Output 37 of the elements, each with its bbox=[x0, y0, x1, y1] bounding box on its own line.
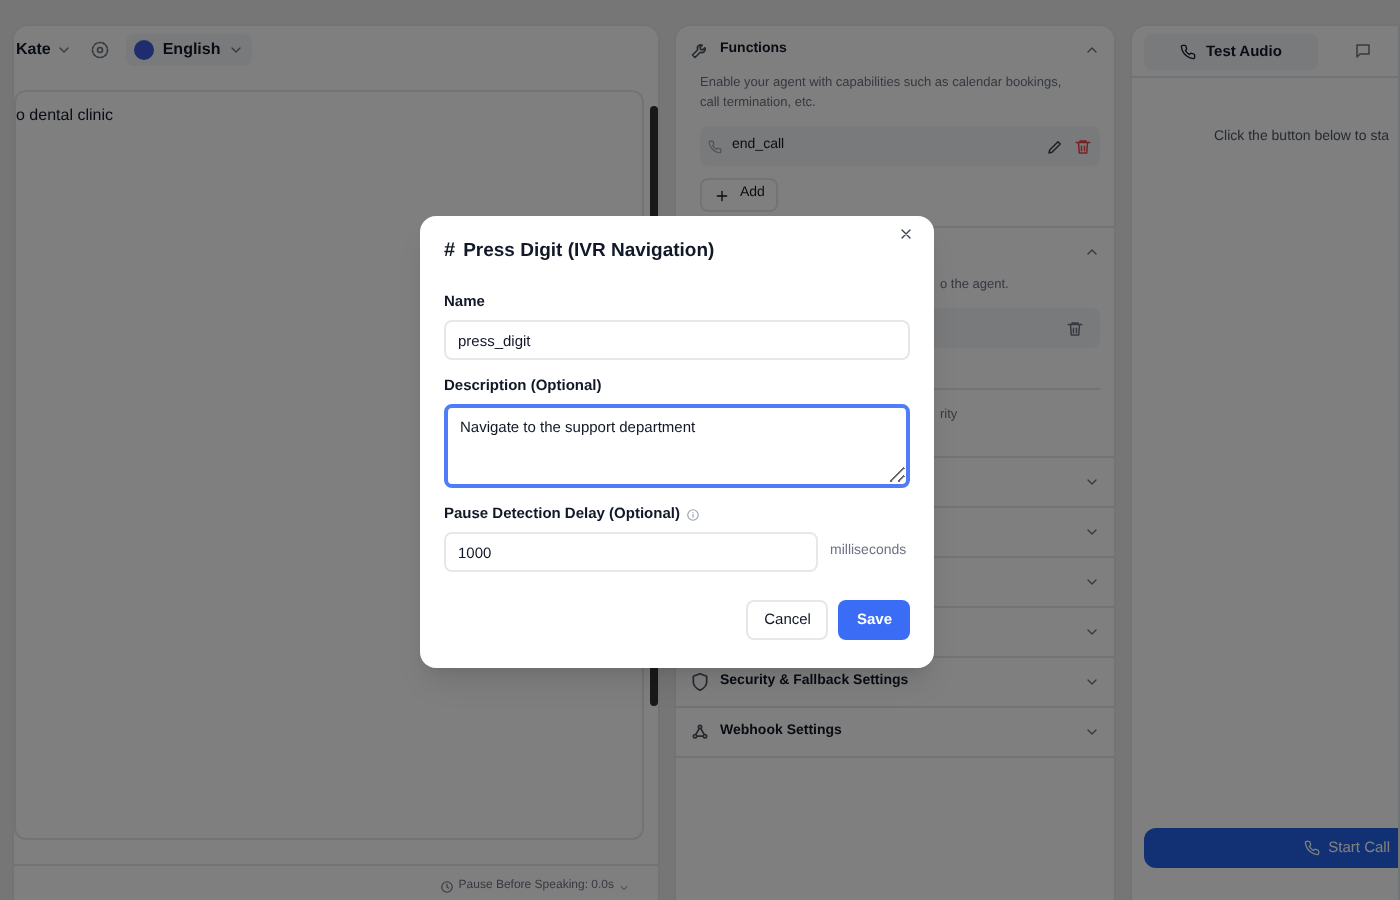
hash-icon: # bbox=[444, 238, 456, 266]
chevron-down-icon bbox=[1084, 624, 1100, 640]
shield-icon bbox=[690, 672, 710, 692]
language-selector[interactable]: English bbox=[126, 34, 253, 66]
phone-icon bbox=[1304, 840, 1321, 856]
phone-icon bbox=[1180, 43, 1196, 59]
settings-icon bbox=[90, 40, 111, 60]
expand-toggle[interactable] bbox=[1084, 724, 1100, 740]
expand-toggle[interactable] bbox=[1084, 474, 1100, 490]
voice-selector[interactable]: Kate bbox=[14, 38, 75, 62]
chevron-up-icon bbox=[1084, 244, 1100, 260]
expand-toggle[interactable] bbox=[1084, 674, 1100, 690]
chevron-down-icon bbox=[1084, 574, 1100, 590]
trash-icon bbox=[1074, 137, 1092, 155]
chevron-up-icon bbox=[1084, 42, 1100, 58]
pencil-icon bbox=[1046, 137, 1064, 155]
chevron-down-icon bbox=[1084, 474, 1100, 490]
webhook-icon bbox=[690, 722, 710, 742]
chevron-down-icon bbox=[228, 42, 245, 58]
expand-toggle[interactable] bbox=[1084, 42, 1100, 58]
clock-icon bbox=[440, 880, 455, 894]
chevron-down-icon bbox=[56, 42, 73, 58]
chevron-down-icon bbox=[1084, 724, 1100, 740]
expand-toggle[interactable] bbox=[1084, 524, 1100, 540]
expand-toggle[interactable] bbox=[1084, 624, 1100, 640]
close-icon bbox=[898, 226, 914, 242]
wrench-icon bbox=[690, 40, 710, 60]
plus-icon bbox=[714, 187, 730, 203]
expand-toggle[interactable] bbox=[1084, 574, 1100, 590]
chevron-down-icon bbox=[1084, 674, 1100, 690]
trash-icon bbox=[1066, 319, 1084, 337]
chevron-down-icon bbox=[1084, 524, 1100, 540]
chat-icon bbox=[1353, 42, 1372, 60]
expand-toggle[interactable] bbox=[1084, 244, 1100, 260]
close-button[interactable] bbox=[898, 226, 914, 242]
chevron-down-icon bbox=[618, 881, 630, 893]
phone-icon bbox=[708, 139, 722, 153]
